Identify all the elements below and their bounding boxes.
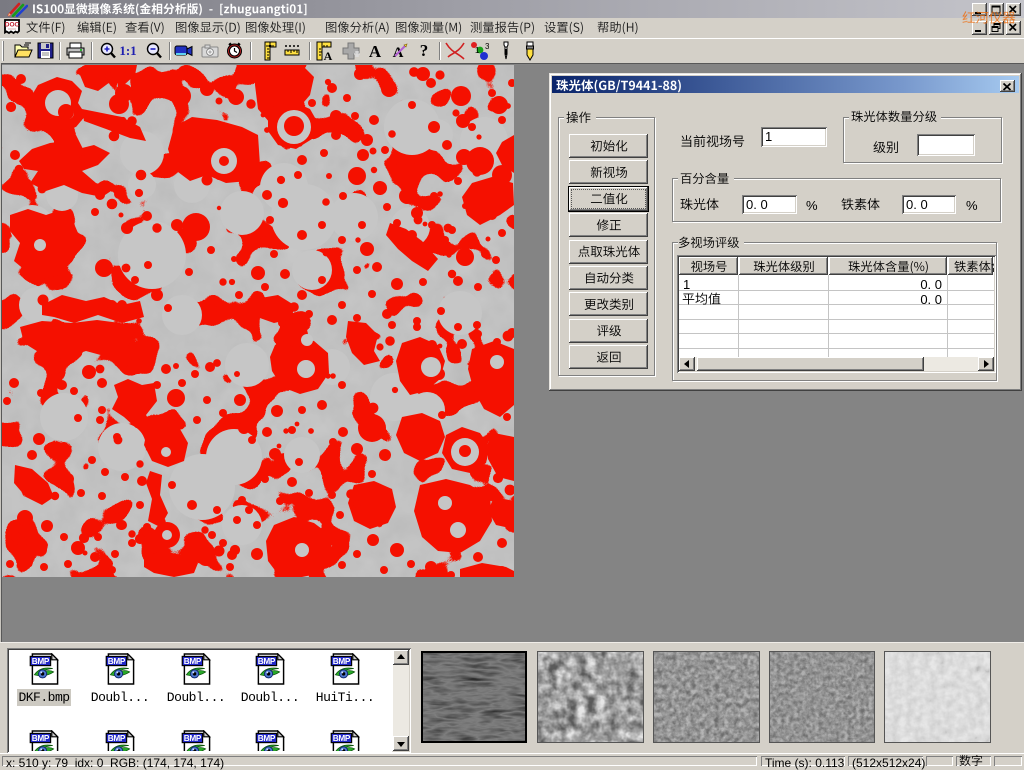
svg-text:3: 3 bbox=[485, 42, 489, 51]
svg-text:1: 1 bbox=[475, 46, 480, 55]
svg-text:BMP: BMP bbox=[333, 657, 351, 666]
svg-text:BMP: BMP bbox=[258, 657, 276, 666]
svg-text:BMP: BMP bbox=[184, 734, 202, 743]
svg-text:BMP: BMP bbox=[184, 657, 202, 666]
svg-text:1:1: 1:1 bbox=[120, 43, 136, 58]
svg-text:?: ? bbox=[420, 41, 429, 59]
svg-text:BMP: BMP bbox=[108, 657, 126, 666]
svg-text:A: A bbox=[369, 42, 382, 59]
svg-text:BMP: BMP bbox=[32, 657, 50, 666]
svg-text:BMP: BMP bbox=[32, 734, 50, 743]
svg-text:BMP: BMP bbox=[333, 734, 351, 743]
svg-text:BMP: BMP bbox=[108, 734, 126, 743]
svg-text:DOC: DOC bbox=[5, 22, 20, 29]
svg-text:BMP: BMP bbox=[258, 734, 276, 743]
svg-text:A: A bbox=[324, 49, 333, 61]
